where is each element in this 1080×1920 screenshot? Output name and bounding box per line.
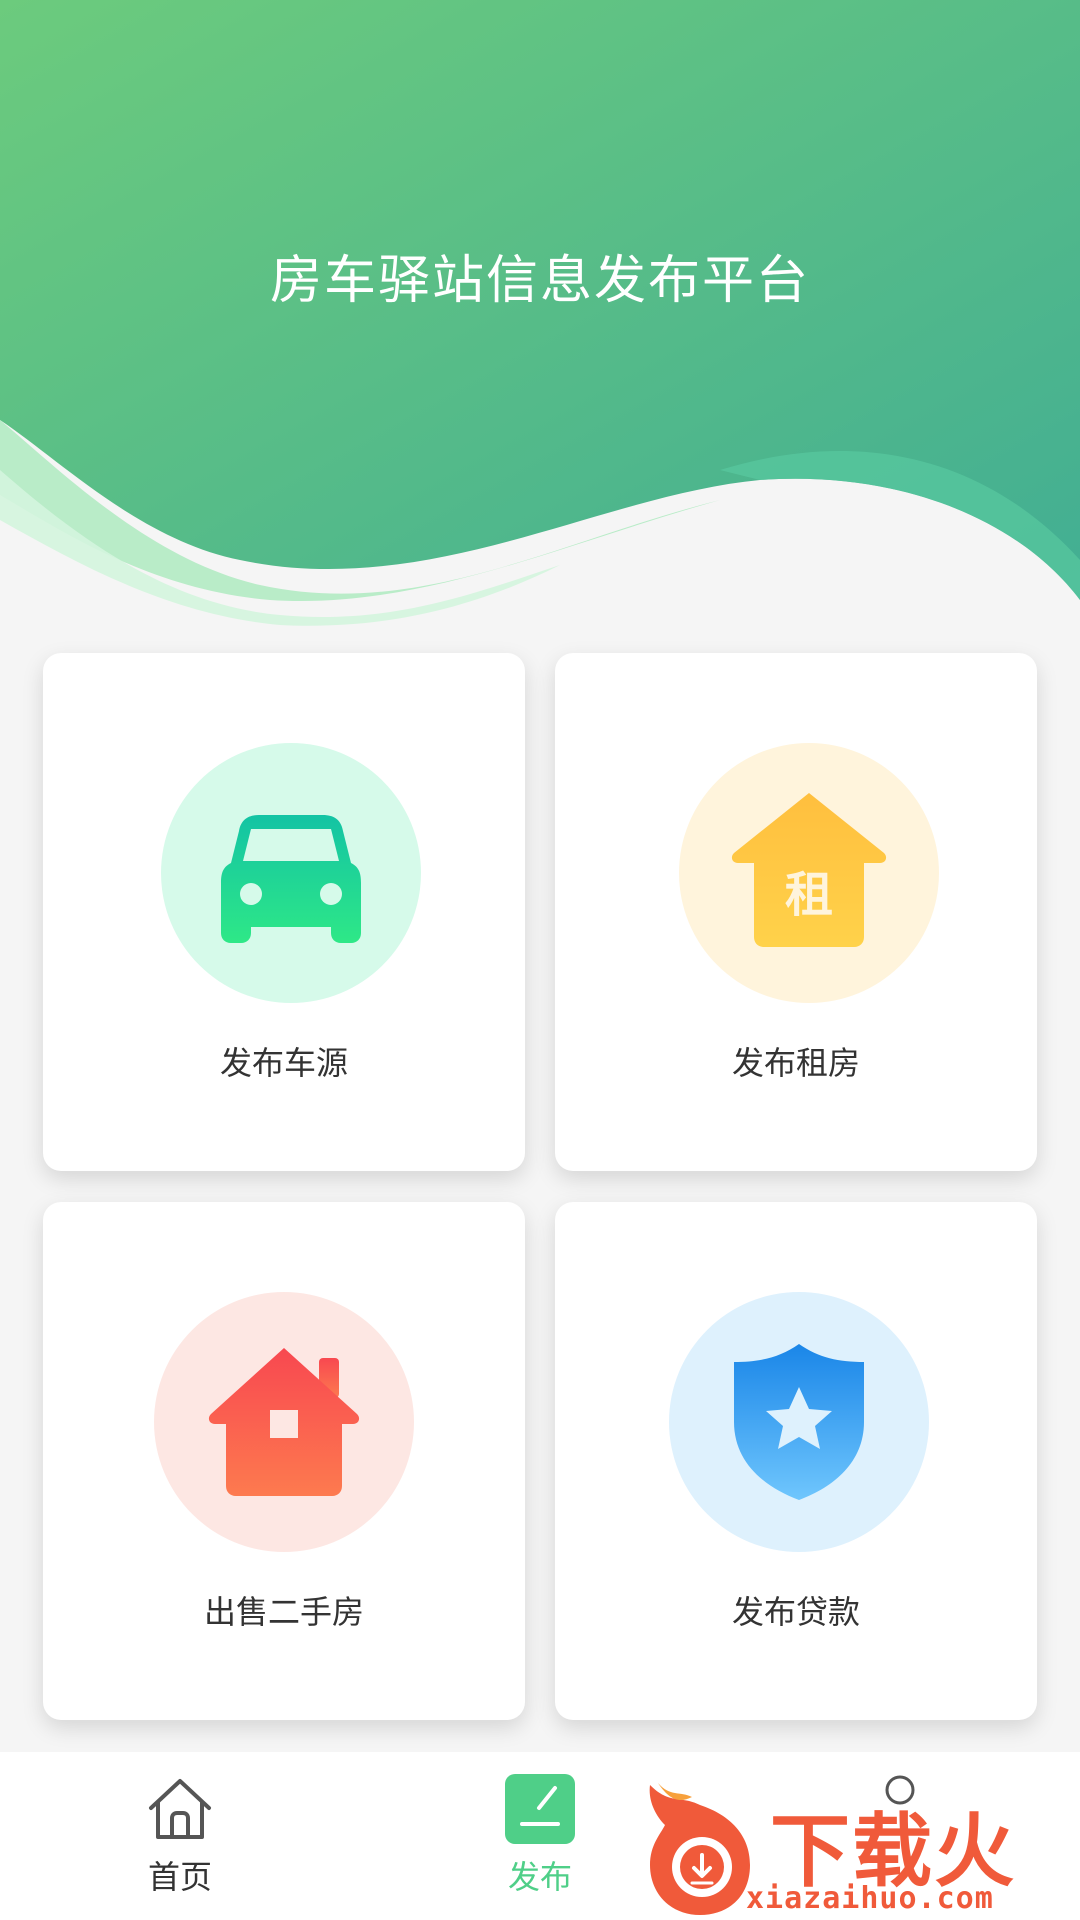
tab-publish-label: 发布 — [507, 1858, 572, 1896]
edit-icon — [505, 1774, 575, 1844]
publish-car-card[interactable]: 发布车源 — [43, 653, 525, 1171]
publish-loan-card[interactable]: 发布贷款 — [555, 1202, 1037, 1720]
card-label: 发布租房 — [731, 1044, 860, 1082]
shield-star-icon — [669, 1292, 929, 1552]
car-icon — [161, 743, 421, 1003]
rent-house-icon: 租 — [679, 743, 939, 1003]
rent-icon-text: 租 — [785, 867, 833, 923]
watermark-url: xiazaihuo.com — [746, 1881, 994, 1916]
header-wave-background — [0, 0, 1080, 640]
tab-publish[interactable]: 发布 — [440, 1752, 640, 1920]
screen: 房车驿站信息发布平台 发布车源 租 发布租房 出售二手房 发布贷款 首页 发布 … — [0, 0, 1080, 1920]
header-banner: 房车驿站信息发布平台 — [0, 0, 1080, 640]
card-label: 出售二手房 — [203, 1593, 364, 1631]
sell-house-card[interactable]: 出售二手房 — [43, 1202, 525, 1720]
tab-home[interactable]: 首页 — [80, 1752, 280, 1920]
home-icon — [149, 1779, 211, 1839]
house-icon — [154, 1292, 414, 1552]
watermark-logo: 下载火 xiazaihuo.com — [640, 1775, 1080, 1920]
page-title: 房车驿站信息发布平台 — [269, 251, 810, 311]
publish-rent-card[interactable]: 租 发布租房 — [555, 653, 1037, 1171]
card-label: 发布车源 — [219, 1044, 348, 1082]
card-label: 发布贷款 — [731, 1593, 860, 1631]
tab-home-label: 首页 — [147, 1858, 212, 1896]
